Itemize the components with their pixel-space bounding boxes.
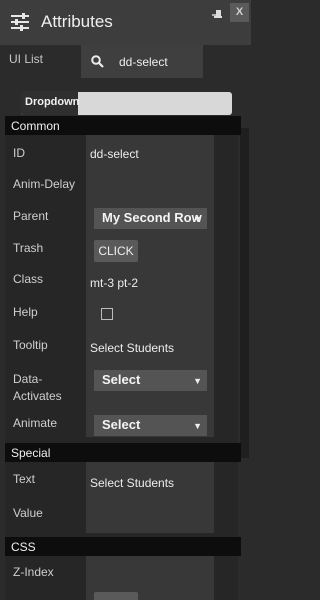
- animate-label: Animate: [13, 416, 58, 430]
- parent-select[interactable]: My Second Row ▼: [94, 208, 207, 229]
- id-label: ID: [13, 146, 25, 160]
- widget-type-tab[interactable]: Dropdown: [21, 91, 79, 115]
- data-activates-label-line2: Activates: [13, 389, 62, 403]
- trash-click-button[interactable]: CLICK: [94, 240, 138, 262]
- anim-delay-field[interactable]: [88, 168, 212, 198]
- data-activates-label-line1: Data-: [13, 372, 43, 386]
- panel-titlebar[interactable]: Attributes X: [0, 0, 251, 45]
- data-activates-select-value: Select: [102, 372, 141, 387]
- css-partial-button[interactable]: [94, 592, 138, 600]
- class-label: Class: [13, 272, 44, 286]
- search-icon: [91, 55, 104, 68]
- value-label: Value: [13, 506, 43, 520]
- data-activates-select[interactable]: Select ▼: [94, 370, 207, 391]
- chevron-down-icon: ▼: [193, 421, 202, 431]
- parent-label: Parent: [13, 209, 49, 223]
- trash-label: Trash: [13, 241, 44, 255]
- z-index-field[interactable]: [88, 558, 212, 588]
- search-value: dd-select: [119, 55, 168, 69]
- scrollbar-thumb[interactable]: [240, 128, 249, 458]
- ui-list-label: UI List: [9, 52, 44, 66]
- chevron-down-icon: ▼: [193, 214, 202, 224]
- parent-select-value: My Second Row: [102, 210, 202, 225]
- animate-select-value: Select: [102, 417, 141, 432]
- ui-list-search-input[interactable]: dd-select: [81, 45, 203, 78]
- panel-title: Attributes: [41, 12, 113, 31]
- tooltip-label: Tooltip: [13, 338, 48, 352]
- id-field[interactable]: dd-select: [90, 147, 139, 161]
- animate-select[interactable]: Select ▼: [94, 415, 207, 436]
- section-special[interactable]: Special: [5, 443, 241, 462]
- help-checkbox[interactable]: [101, 308, 113, 320]
- text-label: Text: [13, 472, 36, 486]
- text-field[interactable]: Select Students: [90, 476, 174, 490]
- sliders-icon: [11, 13, 29, 31]
- class-field[interactable]: mt-3 pt-2: [90, 276, 138, 290]
- chevron-down-icon: ▼: [193, 376, 202, 386]
- z-index-label: Z-Index: [13, 565, 54, 579]
- close-button[interactable]: X: [230, 3, 249, 22]
- section-css[interactable]: CSS: [5, 537, 241, 556]
- help-label: Help: [13, 305, 38, 319]
- anim-delay-label: Anim-Delay: [13, 177, 76, 191]
- section-common[interactable]: Common: [5, 116, 241, 135]
- tooltip-field[interactable]: Select Students: [90, 341, 174, 355]
- value-field[interactable]: [88, 498, 212, 530]
- pin-icon[interactable]: [211, 9, 223, 21]
